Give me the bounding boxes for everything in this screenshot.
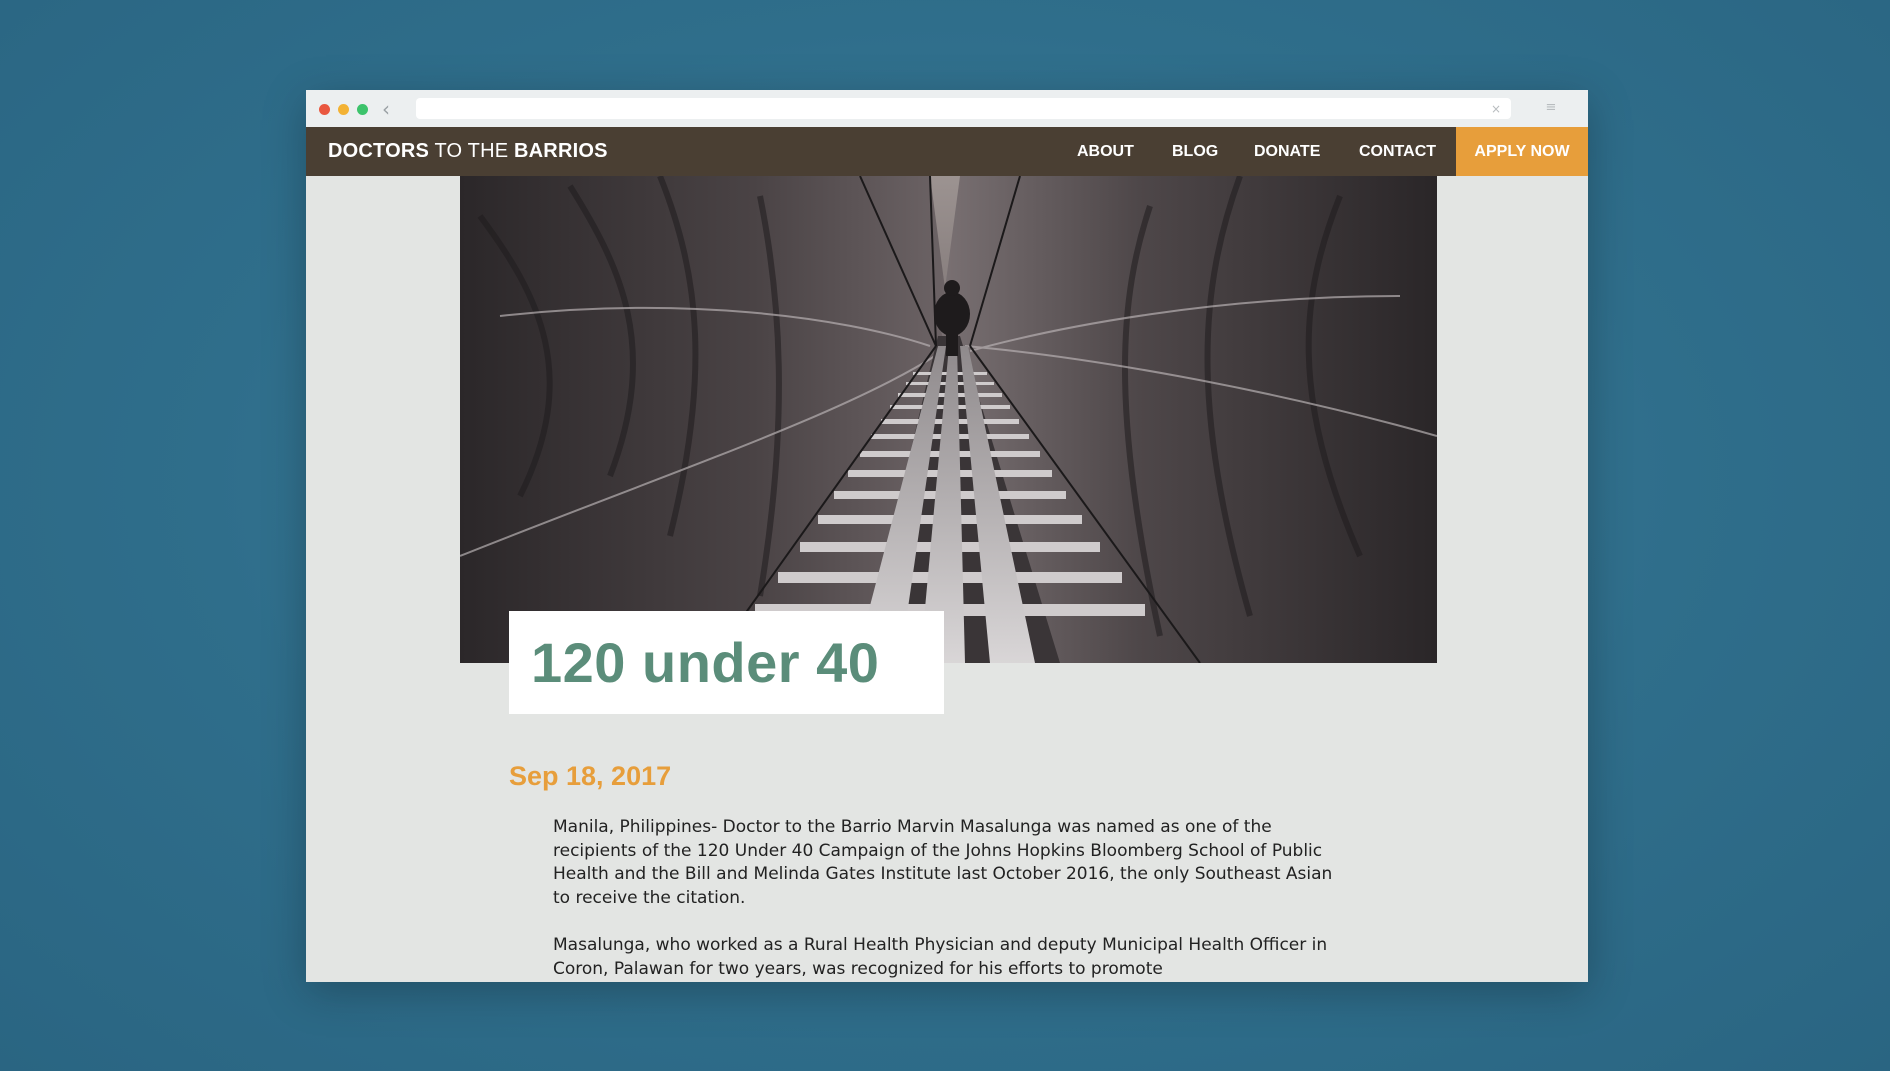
suspension-bridge-photo xyxy=(460,176,1437,663)
nav-blog-link[interactable]: BLOG xyxy=(1172,127,1218,176)
site-header: DOCTORS TO THE BARRIOS ABOUT BLOG DONATE… xyxy=(306,127,1588,176)
close-window-button[interactable] xyxy=(319,104,330,115)
post-date: Sep 18, 2017 xyxy=(509,761,672,791)
site-logo[interactable]: DOCTORS TO THE BARRIOS xyxy=(328,127,608,176)
post-paragraph: Masalunga, who worked as a Rural Health … xyxy=(553,935,1328,979)
browser-toolbar: ‹ × ≡ xyxy=(306,90,1588,128)
logo-doctors: DOCTORS xyxy=(328,140,430,162)
post-title: 120 under 40 xyxy=(531,631,880,694)
apply-now-button[interactable]: APPLY NOW xyxy=(1456,127,1588,176)
post-title-card: 120 under 40 xyxy=(509,611,944,714)
minimize-window-button[interactable] xyxy=(338,104,349,115)
back-arrow-icon[interactable]: ‹ xyxy=(382,99,396,119)
nav-about-link[interactable]: ABOUT xyxy=(1077,127,1134,176)
clear-url-icon[interactable]: × xyxy=(1486,99,1506,119)
logo-to-the: TO THE xyxy=(429,140,515,162)
post-paragraph: Manila, Philippines- Doctor to the Barri… xyxy=(553,817,1333,908)
hero-image xyxy=(460,176,1437,663)
logo-barrios: BARRIOS xyxy=(514,140,608,162)
nav-contact-link[interactable]: CONTACT xyxy=(1359,127,1436,176)
address-bar[interactable] xyxy=(416,98,1511,119)
nav-donate-link[interactable]: DONATE xyxy=(1254,127,1320,176)
browser-window: ‹ × ≡ DOCTORS TO THE BARRIOS ABOUT BLOG … xyxy=(306,90,1588,982)
maximize-window-button[interactable] xyxy=(357,104,368,115)
browser-menu-icon[interactable]: ≡ xyxy=(1543,100,1559,116)
